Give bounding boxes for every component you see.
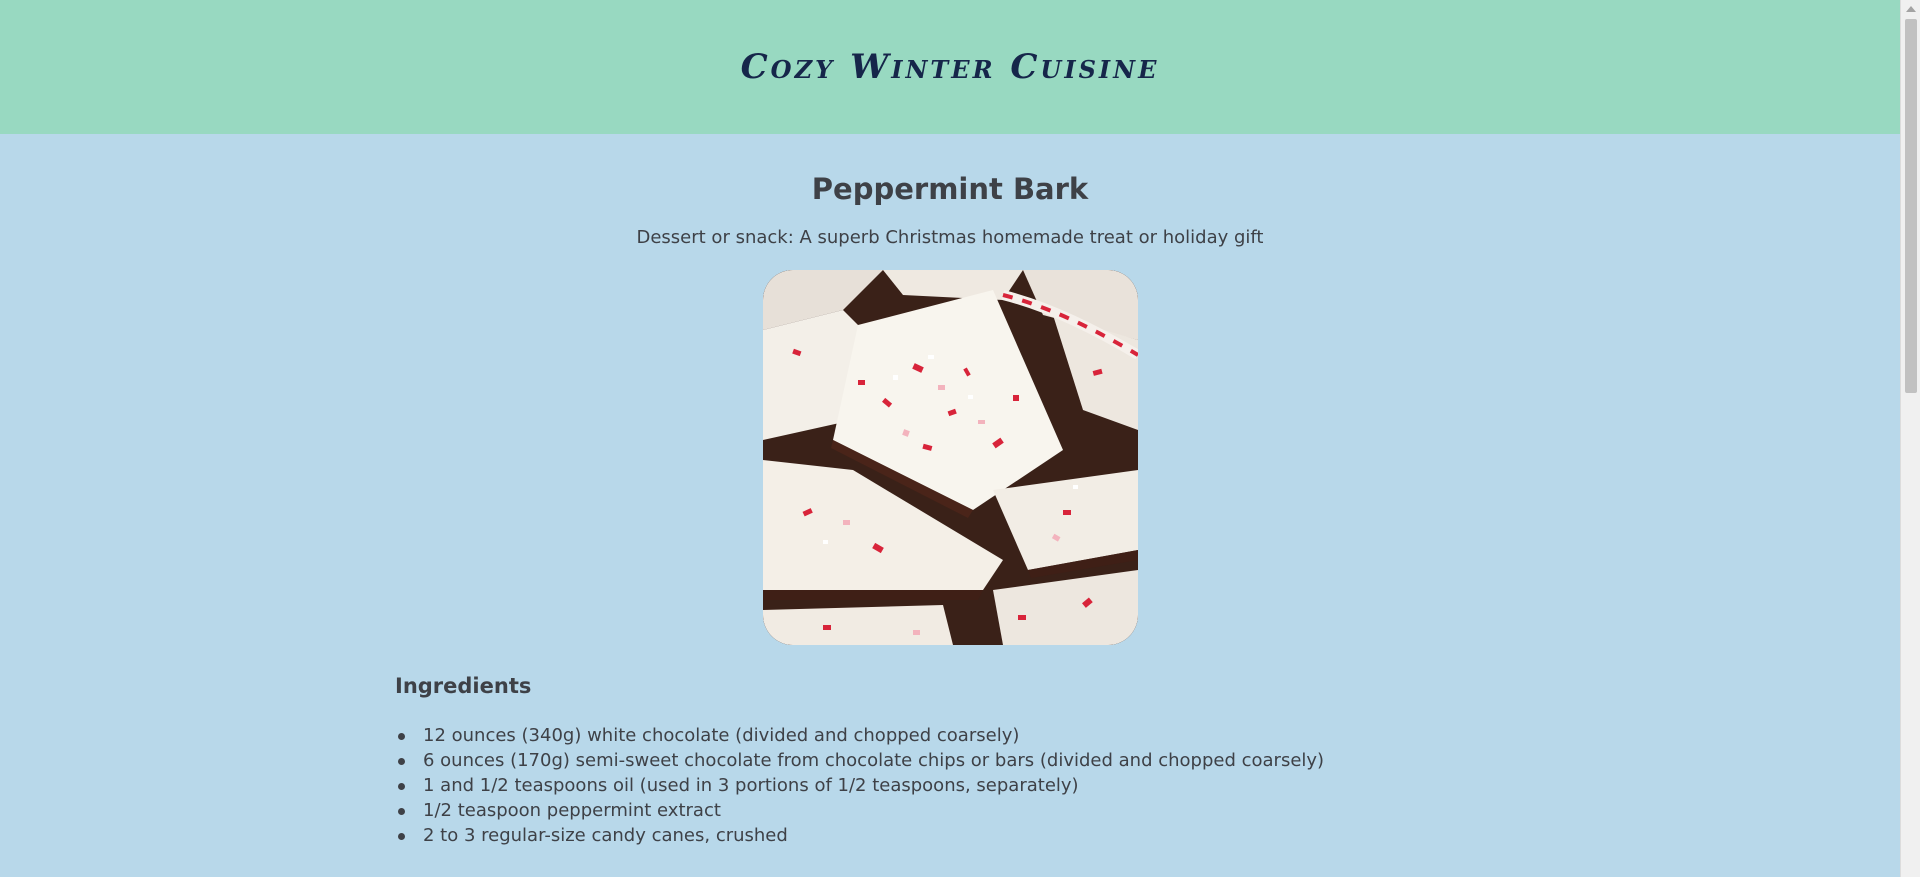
ingredient-item: 1 and 1/2 teaspoons oil (used in 3 porti…	[398, 773, 1505, 798]
site-header: Cozy Winter Cuisine	[0, 0, 1900, 134]
browser-viewport: Cozy Winter Cuisine Peppermint Bark Dess…	[0, 0, 1920, 877]
recipe-image	[762, 270, 1138, 645]
recipe-title: Peppermint Bark	[811, 172, 1089, 206]
scroll-thumb[interactable]	[1905, 19, 1917, 393]
ingredients-heading: Ingredients	[395, 674, 532, 698]
page: Cozy Winter Cuisine Peppermint Bark Dess…	[0, 0, 1900, 877]
recipe-main: Peppermint Bark Dessert or snack: A supe…	[395, 134, 1505, 848]
ingredient-item: 12 ounces (340g) white chocolate (divide…	[398, 723, 1505, 748]
ingredient-item: 1/2 teaspoon peppermint extract	[398, 798, 1505, 823]
site-title: Cozy Winter Cuisine	[740, 47, 1160, 87]
ingredients-list: 12 ounces (340g) white chocolate (divide…	[395, 723, 1505, 848]
recipe-subtitle: Dessert or snack: A superb Christmas hom…	[636, 227, 1264, 248]
ingredient-item: 2 to 3 regular-size candy canes, crushed	[398, 823, 1505, 848]
peppermint-bark-photo	[762, 270, 1138, 645]
scroll-up-arrow-icon[interactable]	[1906, 6, 1916, 12]
vertical-scrollbar[interactable]	[1900, 0, 1920, 877]
ingredient-item: 6 ounces (170g) semi-sweet chocolate fro…	[398, 748, 1505, 773]
